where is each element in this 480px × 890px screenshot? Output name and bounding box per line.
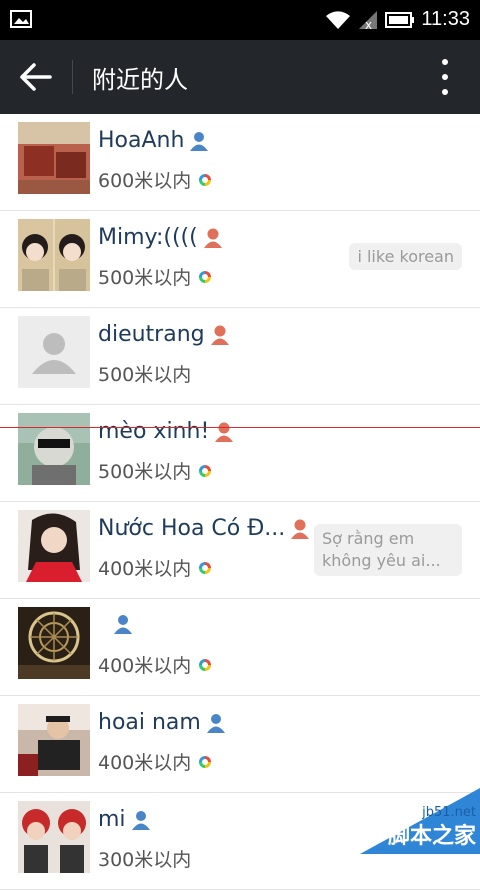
distance-label: 500米以内 (98, 461, 192, 483)
person-name: mi (98, 807, 126, 832)
male-icon (190, 131, 209, 151)
nearby-people-list: HoaAnh 600米以内 Mimy:(((( 500米以内 i like ko… (0, 114, 480, 890)
moments-icon (199, 464, 212, 477)
list-item[interactable]: mèo xinh! 500米以内 (0, 405, 480, 502)
list-item[interactable]: hoai nam 400米以内 (0, 696, 480, 793)
title-divider (72, 60, 73, 94)
red-divider-line (0, 427, 480, 428)
female-icon (203, 228, 222, 248)
list-item[interactable]: dieutrang 500米以内 (0, 308, 480, 405)
avatar (18, 801, 90, 873)
distance-label: 600米以内 (98, 170, 192, 192)
person-name: HoaAnh (98, 128, 185, 153)
battery-icon (385, 11, 415, 28)
female-icon (215, 422, 234, 442)
default-avatar (18, 316, 90, 388)
moments-icon (199, 270, 212, 283)
list-item[interactable]: Nước Hoa Có Đ... 400米以内 Sợ rằng em không… (0, 502, 480, 599)
person-name: Mimy:(((( (98, 225, 198, 250)
distance-label: 500米以内 (98, 267, 192, 289)
person-name: mèo xinh! (98, 419, 210, 444)
avatar (18, 219, 90, 291)
distance-label: 400米以内 (98, 752, 192, 774)
moments-icon (199, 173, 212, 186)
list-item[interactable]: HoaAnh 600米以内 (0, 114, 480, 211)
person-name: dieutrang (98, 322, 205, 347)
male-icon (131, 810, 150, 830)
signal-icon: x (359, 10, 378, 30)
wifi-icon (326, 10, 351, 29)
male-icon (206, 713, 225, 733)
avatar (18, 704, 90, 776)
watermark-title: 脚本之家 (387, 824, 476, 849)
more-options-icon[interactable] (440, 59, 450, 95)
distance-label: 500米以内 (98, 364, 192, 386)
avatar (18, 510, 90, 582)
female-icon (291, 519, 310, 539)
avatar (18, 413, 90, 485)
moments-icon (199, 658, 212, 671)
status-bar: x 11:33 (0, 0, 480, 40)
page-title: 附近的人 (92, 66, 188, 94)
avatar (18, 122, 90, 194)
moments-icon (199, 755, 212, 768)
male-icon (114, 615, 132, 634)
person-name: Nước Hoa Có Đ... (98, 516, 286, 541)
distance-label: 300米以内 (98, 849, 192, 871)
list-item[interactable]: Mimy:(((( 500米以内 i like korean (0, 211, 480, 308)
avatar (18, 607, 90, 679)
svg-text:x: x (365, 18, 372, 30)
signature-bubble: i like korean (349, 243, 462, 270)
signature-bubble: Sợ rằng em không yêu ai... (314, 524, 462, 576)
person-name: hoai nam (98, 710, 201, 735)
clock: 11:33 (421, 8, 470, 30)
moments-icon (199, 561, 212, 574)
distance-label: 400米以内 (98, 558, 192, 580)
distance-label: 400米以内 (98, 655, 192, 677)
list-item[interactable]: 400米以内 (0, 599, 480, 696)
back-arrow-icon[interactable] (18, 61, 54, 93)
image-notification-icon (10, 10, 32, 28)
action-bar: 附近的人 (0, 40, 480, 114)
female-icon (210, 325, 229, 345)
